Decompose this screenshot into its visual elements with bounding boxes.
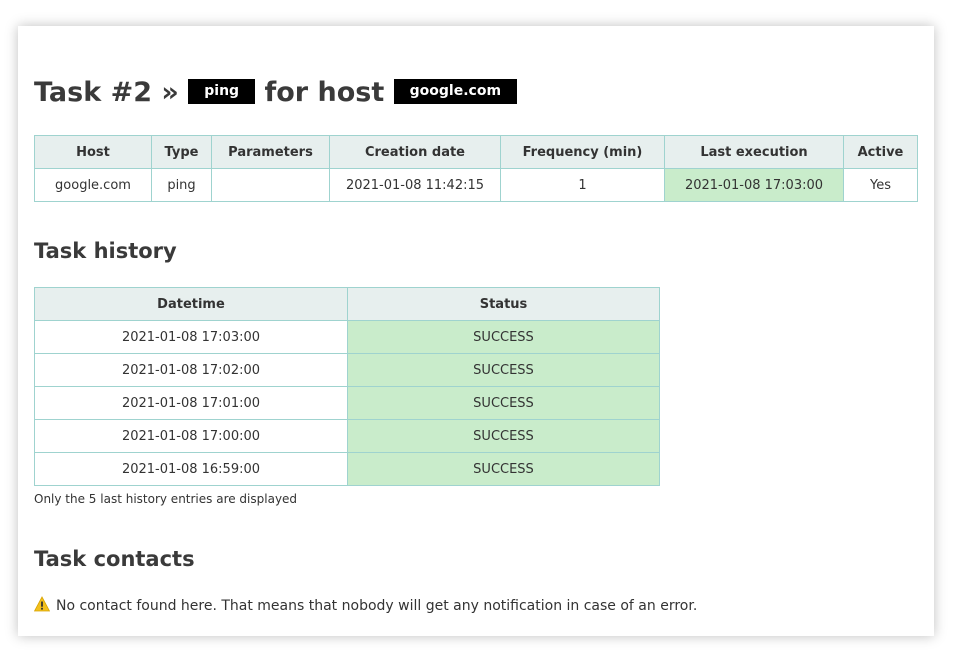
page-title-middle: for host (264, 77, 385, 108)
task-table: Host Type Parameters Creation date Frequ… (34, 135, 918, 202)
column-header-type: Type (151, 135, 212, 169)
task-contacts-heading: Task contacts (34, 547, 195, 571)
column-header-status: Status (347, 287, 660, 321)
task-history-heading: Task history (34, 239, 177, 263)
cell-host: google.com (34, 168, 152, 202)
cell-datetime: 2021-01-08 17:00:00 (34, 419, 348, 453)
table-row: google.com ping 2021-01-08 11:42:15 1 20… (34, 168, 918, 202)
task-host-tag: google.com (393, 79, 518, 104)
cell-active: Yes (843, 168, 918, 202)
cell-type: ping (151, 168, 212, 202)
cell-frequency: 1 (500, 168, 665, 202)
page-title: Task #2 » ping for host google.com (34, 76, 518, 110)
column-header-parameters: Parameters (211, 135, 330, 169)
task-type-tag: ping (188, 79, 256, 104)
cell-status: SUCCESS (347, 320, 660, 354)
column-header-host: Host (34, 135, 152, 169)
table-row: 2021-01-08 16:59:00 SUCCESS (34, 452, 660, 486)
table-row: 2021-01-08 17:03:00 SUCCESS (34, 320, 660, 354)
table-row: 2021-01-08 17:02:00 SUCCESS (34, 353, 660, 387)
cell-last-execution: 2021-01-08 17:03:00 (664, 168, 844, 202)
cell-status: SUCCESS (347, 353, 660, 387)
column-header-frequency: Frequency (min) (500, 135, 665, 169)
history-table: Datetime Status 2021-01-08 17:03:00 SUCC… (34, 287, 660, 486)
column-header-creation-date: Creation date (329, 135, 501, 169)
history-table-header-row: Datetime Status (34, 287, 660, 321)
table-row: 2021-01-08 17:01:00 SUCCESS (34, 386, 660, 420)
column-header-last-execution: Last execution (664, 135, 844, 169)
cell-parameters (211, 168, 330, 202)
no-contact-warning: No contact found here. That means that n… (34, 596, 697, 616)
warning-icon (34, 596, 50, 612)
cell-status: SUCCESS (347, 386, 660, 420)
cell-datetime: 2021-01-08 17:02:00 (34, 353, 348, 387)
cell-status: SUCCESS (347, 452, 660, 486)
task-table-header-row: Host Type Parameters Creation date Frequ… (34, 135, 918, 169)
cell-datetime: 2021-01-08 17:01:00 (34, 386, 348, 420)
cell-creation-date: 2021-01-08 11:42:15 (329, 168, 501, 202)
cell-status: SUCCESS (347, 419, 660, 453)
history-note: Only the 5 last history entries are disp… (34, 492, 298, 506)
cell-datetime: 2021-01-08 16:59:00 (34, 452, 348, 486)
cell-datetime: 2021-01-08 17:03:00 (34, 320, 348, 354)
page-title-prefix: Task #2 » (34, 77, 179, 108)
no-contact-message: No contact found here. That means that n… (56, 598, 698, 614)
column-header-active: Active (843, 135, 918, 169)
table-row: 2021-01-08 17:00:00 SUCCESS (34, 419, 660, 453)
task-detail-card: Task #2 » ping for host google.com Host … (18, 26, 934, 636)
column-header-datetime: Datetime (34, 287, 348, 321)
